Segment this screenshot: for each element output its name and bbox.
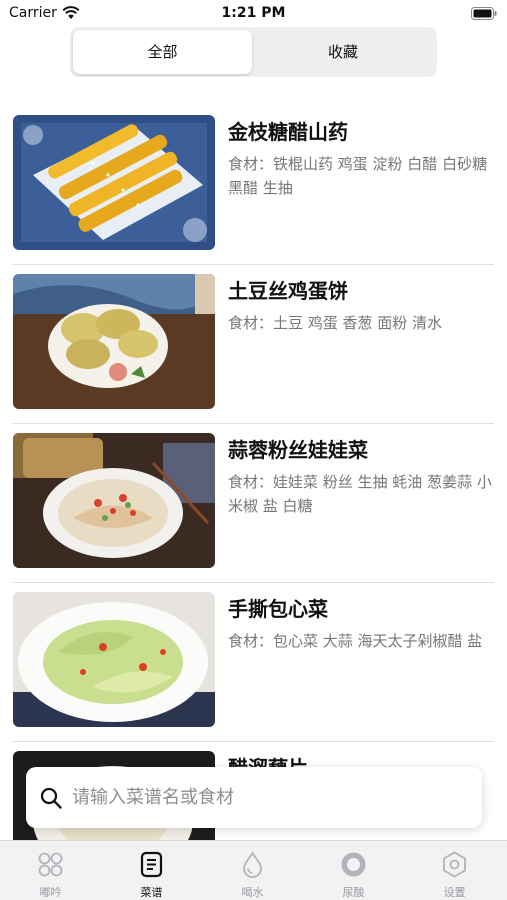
search-input[interactable] [72, 777, 468, 817]
tab-label: 菜谱 [140, 886, 163, 899]
recipe-item[interactable]: 金枝糖醋山药 食材：铁棍山药 鸡蛋 淀粉 白醋 白砂糖 黑醋 生抽 [0, 106, 507, 265]
recipe-image [13, 592, 215, 727]
recipe-item[interactable]: 蒜蓉粉丝娃娃菜 食材：娃娃菜 粉丝 生抽 蚝油 葱姜蒜 小米椒 盐 白糖 [0, 424, 507, 583]
search-bar [26, 767, 482, 828]
recipe-book-icon [140, 851, 163, 878]
tab-label: 喝水 [241, 886, 264, 899]
recipe-ingredients: 食材：包心菜 大蒜 海天太子剁椒醋 盐 [228, 632, 483, 650]
battery-icon [471, 7, 497, 20]
recipe-ingredients: 食材：娃娃菜 粉丝 生抽 蚝油 葱姜蒜 小米椒 盐 白糖 [228, 473, 492, 515]
tab-label: 嘟吟 [39, 886, 62, 899]
search-icon [40, 787, 62, 809]
segment-all[interactable]: 全部 [73, 30, 252, 74]
circle-icon [341, 852, 366, 877]
tab-water[interactable]: 喝水 [202, 841, 303, 900]
tab-uric-acid[interactable]: 尿酸 [303, 841, 404, 900]
hexagon-settings-icon [443, 851, 466, 878]
recipe-image [13, 433, 215, 568]
recipe-title: 土豆丝鸡蛋饼 [228, 279, 348, 303]
recipe-image [13, 115, 215, 250]
recipe-item[interactable]: 土豆丝鸡蛋饼 食材：土豆 鸡蛋 香葱 面粉 清水 [0, 265, 507, 424]
status-bar: Carrier 1:21 PM [0, 0, 507, 28]
tab-duyin[interactable]: 嘟吟 [0, 841, 101, 900]
recipe-title: 手撕包心菜 [228, 597, 328, 621]
tab-label: 设置 [443, 886, 466, 899]
recipe-ingredients: 食材：土豆 鸡蛋 香葱 面粉 清水 [228, 314, 443, 332]
tab-settings[interactable]: 设置 [404, 841, 505, 900]
recipe-title: 金枝糖醋山药 [228, 120, 348, 144]
segmented-control: 全部 收藏 [70, 27, 437, 77]
recipe-item[interactable]: 手撕包心菜 食材：包心菜 大蒜 海天太子剁椒醋 盐 [0, 583, 507, 742]
tab-bar: 嘟吟 菜谱 喝水 尿酸 设置 [0, 840, 507, 900]
recipe-ingredients: 食材：铁棍山药 鸡蛋 淀粉 白醋 白砂糖 黑醋 生抽 [228, 155, 488, 197]
tab-recipes[interactable]: 菜谱 [101, 841, 202, 900]
status-time: 1:21 PM [221, 5, 286, 21]
segment-favorites[interactable]: 收藏 [252, 30, 434, 74]
grid-icon [38, 852, 63, 877]
recipe-title: 蒜蓉粉丝娃娃菜 [228, 438, 368, 462]
water-drop-icon [243, 851, 262, 878]
recipe-image [13, 274, 215, 409]
tab-label: 尿酸 [342, 886, 365, 899]
